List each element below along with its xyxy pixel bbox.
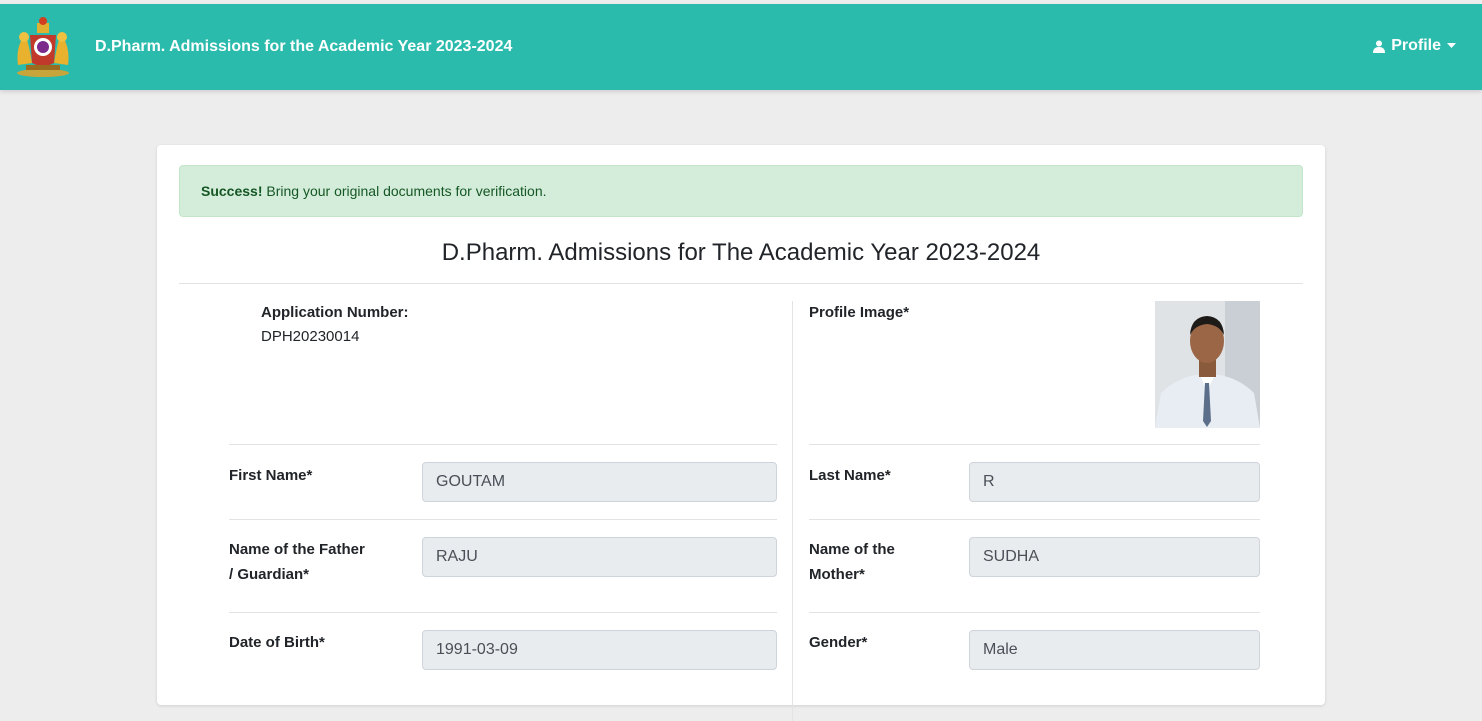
father-name-field[interactable]: RAJU — [422, 537, 777, 577]
form-heading: D.Pharm. Admissions for The Academic Yea… — [441, 239, 1041, 266]
user-icon — [1373, 40, 1386, 53]
column-divider — [792, 301, 793, 721]
alert-strong: Success! — [201, 183, 263, 199]
profile-photo — [1155, 301, 1260, 428]
last-name-label: Last Name* — [809, 467, 891, 484]
row-divider — [809, 612, 1260, 613]
mother-name-field[interactable]: SUDHA — [969, 537, 1260, 577]
mother-name-label: Name of the Mother* — [809, 539, 895, 586]
heading-divider — [179, 283, 1303, 284]
profile-dropdown[interactable]: Profile — [1373, 37, 1456, 55]
dob-field[interactable]: 1991-03-09 — [422, 630, 777, 670]
row-divider — [809, 519, 1260, 520]
application-number-label: Application Number: — [261, 304, 409, 321]
row-divider — [229, 519, 777, 520]
last-name-field[interactable]: R — [969, 462, 1260, 502]
first-name-label: First Name* — [229, 467, 313, 484]
success-alert: Success! Bring your original documents f… — [179, 165, 1303, 217]
profile-label: Profile — [1391, 37, 1441, 54]
row-divider — [809, 444, 1260, 445]
app-title: D.Pharm. Admissions for the Academic Yea… — [95, 38, 513, 55]
state-emblem-logo[interactable] — [10, 15, 76, 79]
mother-name-label-line1: Name of the — [809, 541, 895, 558]
mother-name-label-line2: Mother* — [809, 566, 865, 583]
gender-label: Gender* — [809, 634, 868, 651]
application-number-value: DPH20230014 — [261, 328, 360, 345]
dob-label: Date of Birth* — [229, 634, 325, 651]
first-name-field[interactable]: GOUTAM — [422, 462, 777, 502]
father-name-label-line1: Name of the Father — [229, 541, 365, 558]
father-name-label-line2: / Guardian* — [229, 566, 310, 583]
application-card: Success! Bring your original documents f… — [157, 145, 1325, 721]
caret-down-icon — [1447, 43, 1456, 48]
gender-field[interactable]: Male — [969, 630, 1260, 670]
row-divider — [229, 612, 777, 613]
alert-message: Bring your original documents for verifi… — [262, 183, 547, 199]
profile-image-label: Profile Image* — [809, 304, 910, 321]
row-divider — [229, 444, 777, 445]
father-name-label: Name of the Father / Guardian* — [229, 539, 365, 586]
top-navbar: D.Pharm. Admissions for the Academic Yea… — [0, 4, 1482, 90]
